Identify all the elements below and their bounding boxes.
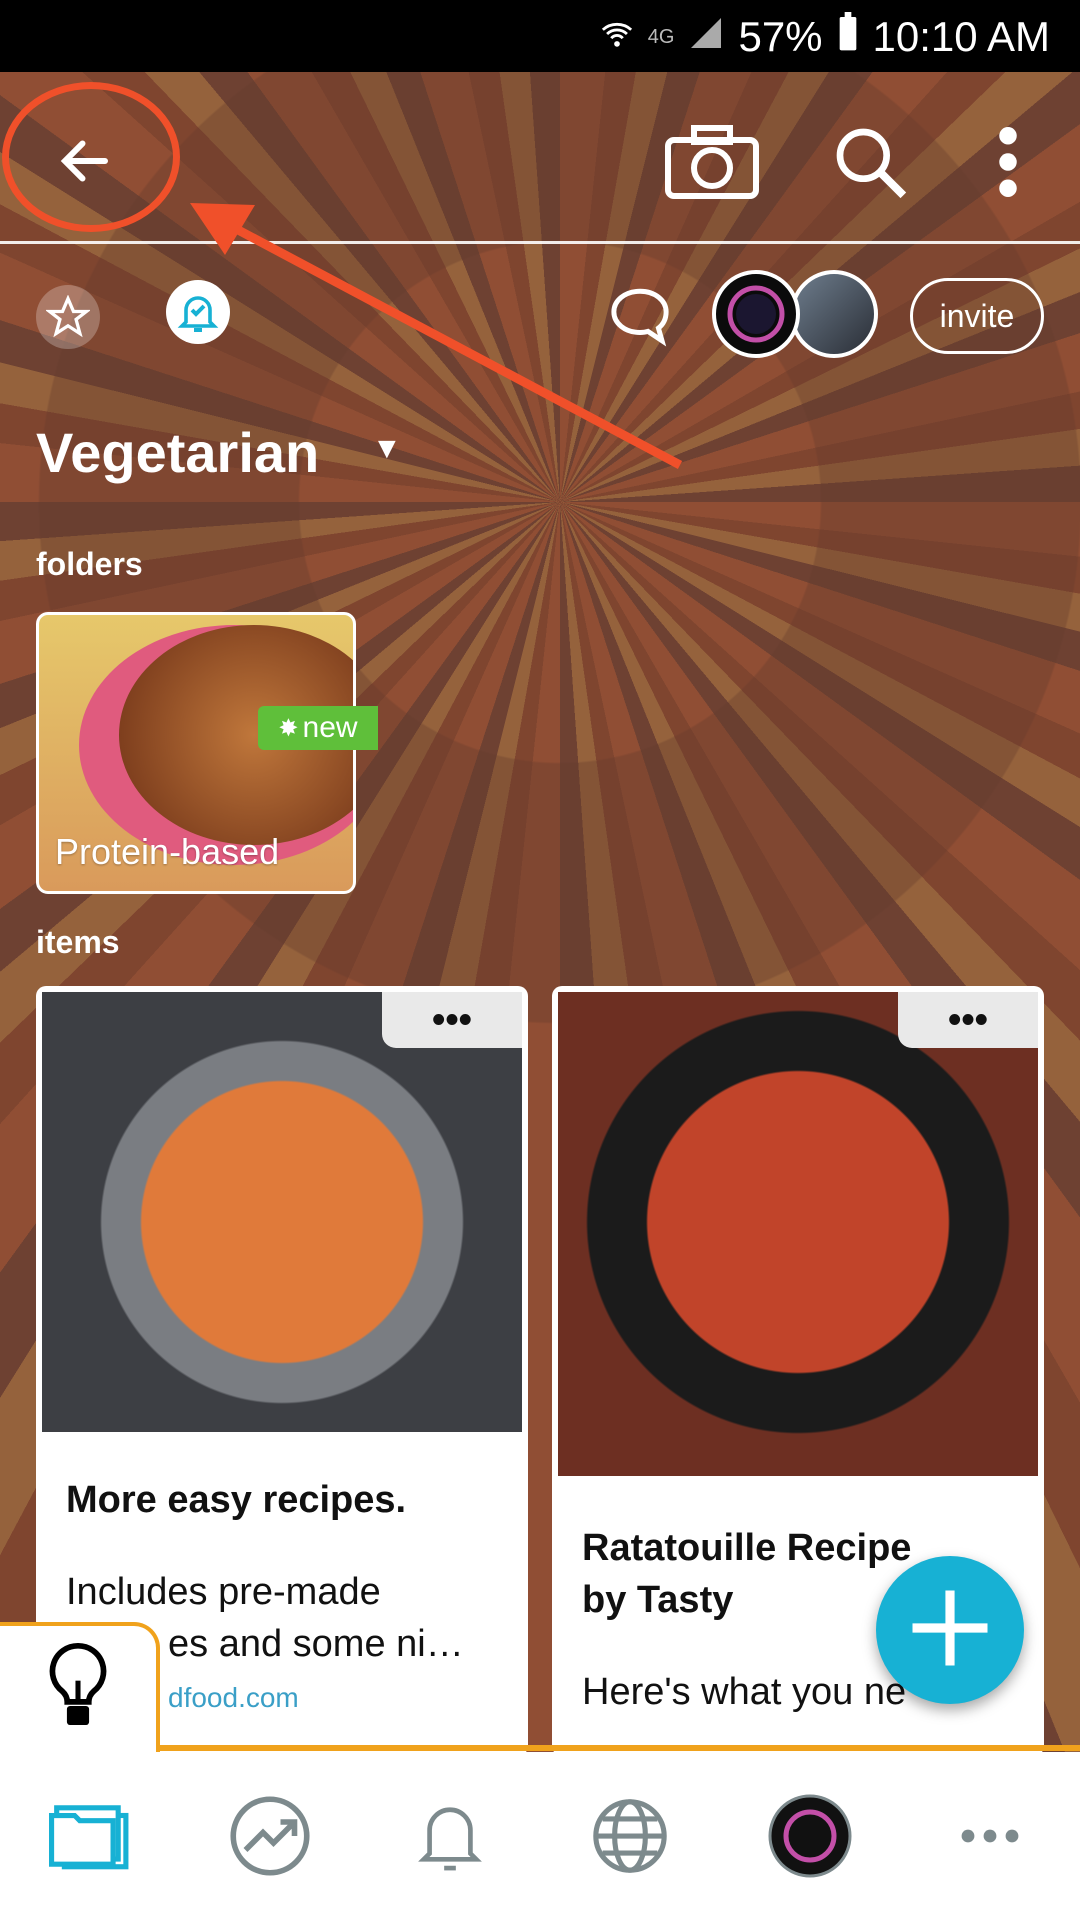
battery-icon xyxy=(837,12,859,62)
nav-globe-icon[interactable] xyxy=(570,1776,690,1896)
bottom-navigation xyxy=(0,1752,1080,1920)
item-title-line1: Ratatouille Recipe xyxy=(582,1527,912,1569)
collaborator-avatar-bubble[interactable] xyxy=(712,270,800,358)
folders-section-label: folders xyxy=(36,546,143,582)
more-vertical-icon[interactable] xyxy=(976,116,1040,208)
tip-panel[interactable] xyxy=(0,1622,160,1752)
dropdown-caret-icon[interactable]: ▼ xyxy=(372,432,402,466)
nav-folders-icon[interactable] xyxy=(30,1776,150,1896)
search-icon[interactable] xyxy=(820,112,920,212)
annotation-highlight-circle xyxy=(2,82,180,232)
bell-check-icon[interactable] xyxy=(166,280,230,344)
nav-trending-icon[interactable] xyxy=(210,1776,330,1896)
status-bar: 4G 57% 10:10 AM xyxy=(0,0,1080,72)
lightbulb-icon xyxy=(40,1639,116,1740)
invite-button[interactable]: invite xyxy=(910,278,1044,354)
new-badge-label: new xyxy=(302,711,358,744)
collaborator-avatar-person[interactable] xyxy=(790,270,878,358)
signal-icon xyxy=(688,13,724,61)
battery-percent: 57% xyxy=(738,13,823,60)
nav-bell-icon[interactable] xyxy=(390,1776,510,1896)
item-title: More easy recipes. xyxy=(66,1479,407,1521)
add-fab-button[interactable] xyxy=(876,1556,1024,1704)
chat-bubble-icon[interactable] xyxy=(604,280,676,352)
item-more-icon[interactable]: ••• xyxy=(898,992,1038,1048)
plus-icon xyxy=(900,1578,1000,1683)
item-more-icon[interactable]: ••• xyxy=(382,992,522,1048)
nav-more-horizontal-icon[interactable] xyxy=(930,1776,1050,1896)
network-type: 4G xyxy=(647,25,675,48)
item-title-line2: by Tasty xyxy=(582,1579,734,1621)
new-badge: ✸ new xyxy=(258,706,378,750)
clock: 10:10 AM xyxy=(872,13,1050,60)
item-image xyxy=(42,992,522,1432)
item-description-line2: es and some ni… xyxy=(168,1623,464,1665)
item-source-link[interactable]: dfood.com xyxy=(168,1682,299,1714)
items-section-label: items xyxy=(36,924,120,960)
folder-label: Protein-based xyxy=(55,831,280,872)
item-image xyxy=(558,992,1038,1476)
sparkle-icon: ✸ xyxy=(278,714,299,742)
tip-banner-border xyxy=(160,1745,1080,1751)
collection-title[interactable]: Vegetarian xyxy=(36,420,319,485)
wifi-icon xyxy=(600,13,634,61)
nav-profile-avatar[interactable] xyxy=(750,1776,870,1896)
folder-card[interactable]: Protein-based xyxy=(36,612,356,894)
item-description-line1: Here's what you ne xyxy=(582,1671,907,1713)
favorite-star-icon[interactable] xyxy=(36,285,100,349)
item-description-line1: Includes pre-made xyxy=(66,1571,381,1613)
